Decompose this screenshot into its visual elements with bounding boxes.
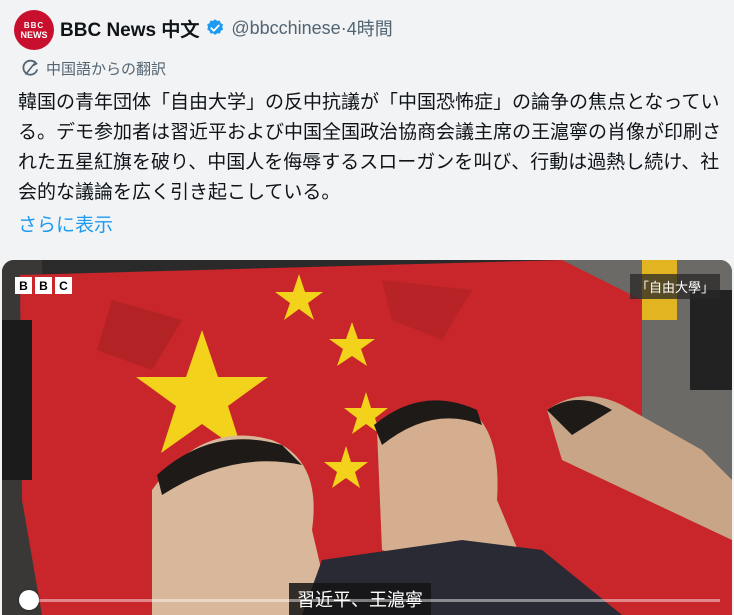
author-handle[interactable]: @bbcchinese [231, 18, 340, 39]
verified-badge-icon [207, 19, 224, 35]
video-progress-bar[interactable] [2, 585, 732, 615]
progress-track[interactable] [28, 599, 720, 602]
avatar-sub: NEWS [20, 29, 48, 40]
avatar[interactable]: BBC NEWS [14, 10, 54, 50]
translation-label[interactable]: 中国語からの翻訳 [20, 58, 166, 79]
translate-icon [22, 59, 38, 76]
bbc-watermark: B B C [15, 277, 72, 294]
avatar-logo: BBC [23, 20, 45, 30]
translation-text: 中国語からの翻訳 [46, 61, 167, 78]
corner-tag: 「自由大學」 [629, 274, 720, 299]
video-frame [2, 260, 732, 615]
tweet-card[interactable]: BBC NEWS BBC News 中文 @bbcchinese · 4時間 中… [0, 0, 734, 615]
progress-knob[interactable] [19, 590, 39, 610]
bbc-letter: C [55, 277, 72, 294]
bbc-letter: B [15, 277, 32, 294]
tweet-header: BBC News 中文 @bbcchinese · 4時間 [60, 14, 393, 42]
bbc-letter: B [35, 277, 52, 294]
tweet-text: 韓国の青年団体「自由大学」の反中抗議が「中国恐怖症」の論争の焦点となっている。デ… [18, 92, 722, 203]
show-more-link[interactable]: さらに表示 [18, 210, 113, 237]
timestamp[interactable]: 4時間 [347, 15, 393, 41]
video-player[interactable]: B B C 「自由大學」 習近平、王滬寧 [2, 260, 732, 615]
author-name[interactable]: BBC News 中文 [60, 15, 199, 42]
